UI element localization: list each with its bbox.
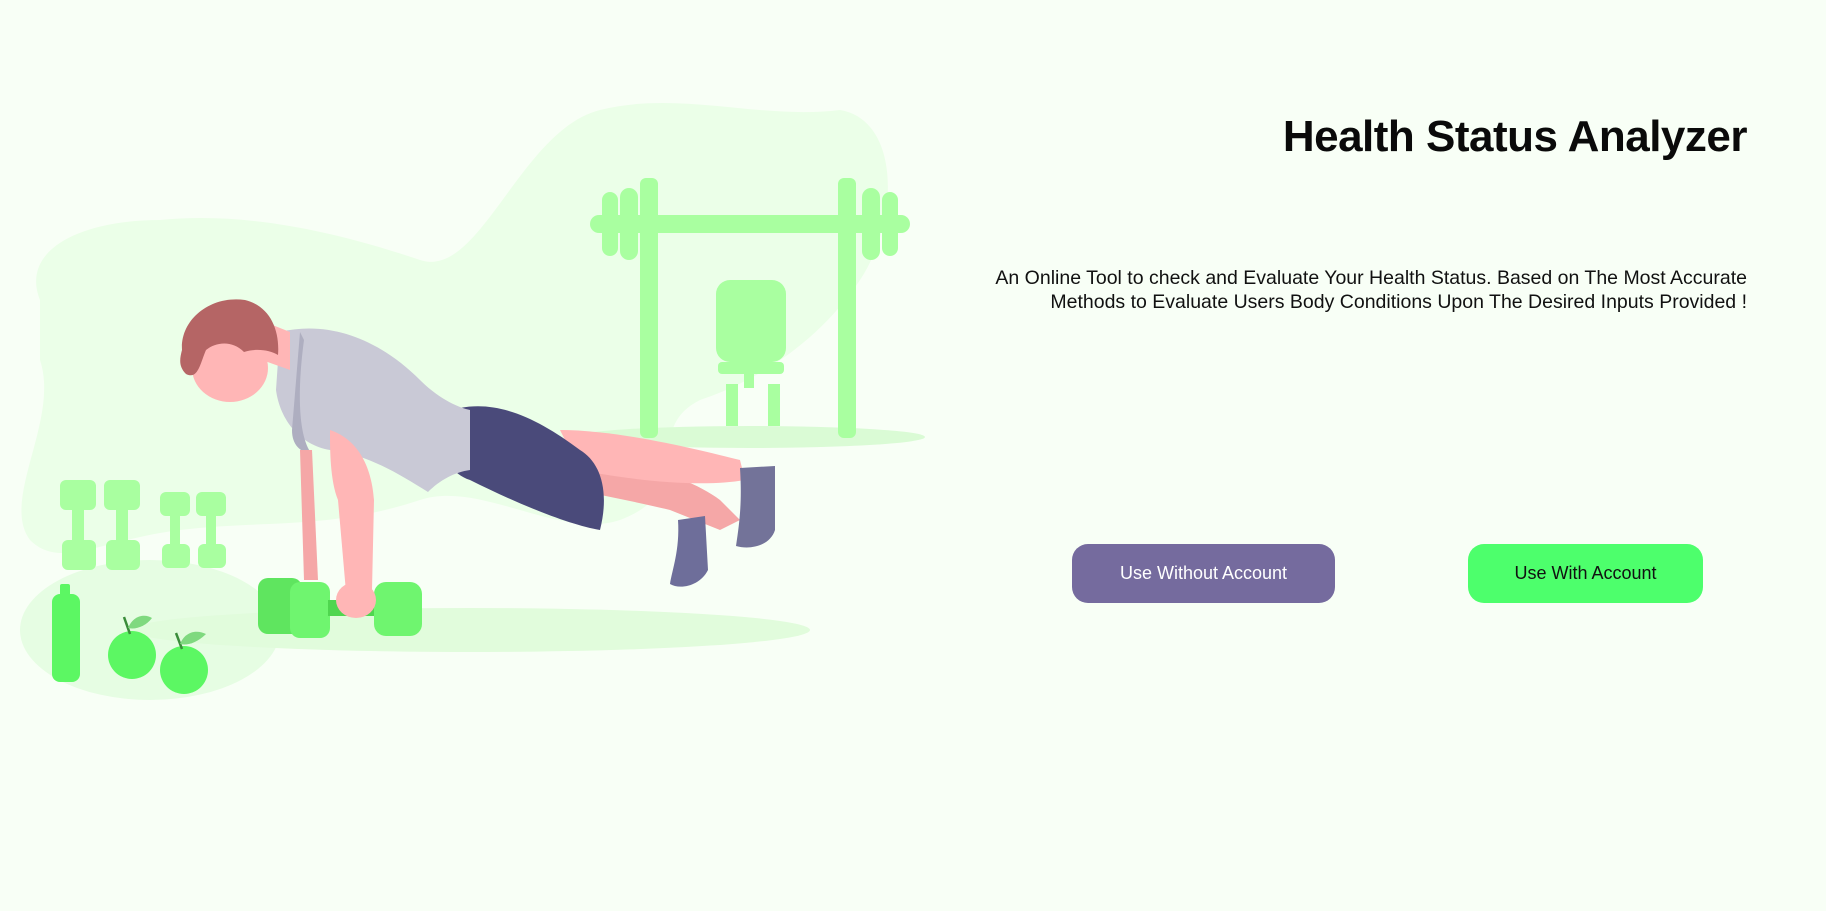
page-description: An Online Tool to check and Evaluate You…: [995, 267, 1747, 313]
page-title: Health Status Analyzer: [1282, 112, 1748, 161]
use-without-account-button[interactable]: Use Without Account: [1072, 544, 1335, 603]
floor-shadow: [130, 608, 810, 652]
water-bottle: [52, 584, 80, 682]
use-with-account-button[interactable]: Use With Account: [1468, 544, 1703, 603]
workout-illustration: [20, 102, 925, 700]
